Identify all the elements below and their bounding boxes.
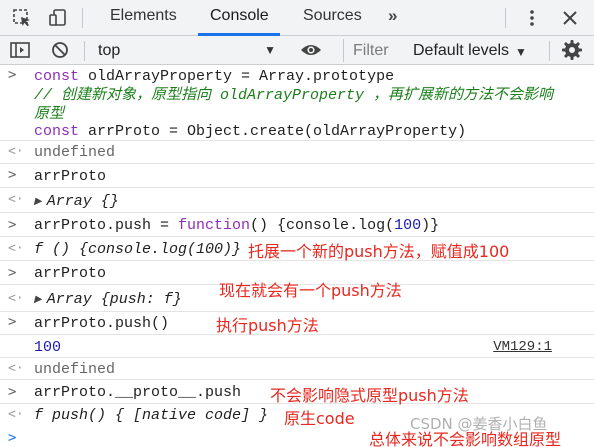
context-selector-value: top xyxy=(98,42,121,59)
annotation-text: 总体来说不会影响数组原型 xyxy=(369,430,562,447)
context-selector[interactable]: top ▼ xyxy=(94,40,282,61)
device-toolbar-icon[interactable] xyxy=(44,4,72,32)
console-result-entry: <· f () {console.log(100)} 托展一个新的push方法，… xyxy=(0,237,594,261)
toolbar-divider xyxy=(505,8,506,28)
console-toolbar: top ▼ Filter Default levels ▼ xyxy=(0,36,594,65)
code-line: arrProto.push = function() {console.log(… xyxy=(34,217,440,234)
annotation-text: 原生code xyxy=(284,409,355,428)
return-arrow-icon: <· xyxy=(8,361,24,376)
sidebar-toggle-icon[interactable] xyxy=(6,36,34,64)
source-link[interactable]: VM129:1 xyxy=(493,339,552,355)
toolbar-divider xyxy=(82,8,83,28)
result-value: undefined xyxy=(34,361,116,378)
clear-console-icon[interactable] xyxy=(46,36,74,64)
object-preview[interactable]: ▶ Array {push: f} xyxy=(34,290,182,310)
annotation-text: 托展一个新的push方法，赋值成100 xyxy=(248,242,510,261)
annotation-text: 现在就会有一个push方法 xyxy=(219,281,402,300)
code-line: arrProto xyxy=(34,168,107,185)
input-prompt-icon: > xyxy=(8,384,17,400)
expand-triangle-icon[interactable]: ▶ xyxy=(34,193,42,212)
tab-sources[interactable]: Sources xyxy=(303,7,362,25)
console-result-entry: <· ▶ Array {push: f} 现在就会有一个push方法 xyxy=(0,281,594,312)
return-arrow-icon: <· xyxy=(8,144,24,159)
return-arrow-icon: <· xyxy=(8,291,24,306)
console-input-entry: > arrProto.push = function() {console.lo… xyxy=(0,213,594,237)
tab-console[interactable]: Console xyxy=(210,7,269,25)
code-line: arrProto.push() xyxy=(34,315,170,332)
code-line: const oldArrayProperty = Array.prototype xyxy=(34,68,395,85)
input-prompt-icon: > xyxy=(8,265,17,281)
expand-triangle-icon[interactable]: ▶ xyxy=(34,291,42,310)
input-prompt-icon: > xyxy=(8,167,17,183)
console-result-entry: <· ▶ Array {} xyxy=(0,188,594,213)
code-line: arrProto.__proto__.push xyxy=(34,384,242,401)
object-preview[interactable]: ▶ Array {} xyxy=(34,192,119,212)
more-options-icon[interactable] xyxy=(518,4,546,32)
console-input-entry: > arrProto.__proto__.push 不会影响隐式原型push方法 xyxy=(0,380,594,405)
annotation-text: 执行push方法 xyxy=(216,316,319,335)
console-result-entry: <· undefined xyxy=(0,141,594,164)
console-output[interactable]: > const oldArrayProperty = Array.prototy… xyxy=(0,65,594,447)
caret-down-icon: ▼ xyxy=(515,45,527,59)
console-input-entry: > arrProto.push() 执行push方法 xyxy=(0,312,594,335)
function-preview[interactable]: f () {console.log(100)} xyxy=(34,240,241,259)
result-value: undefined xyxy=(34,144,116,161)
inspect-element-icon[interactable] xyxy=(8,4,36,32)
code-line: const arrProto = Object.create(oldArrayP… xyxy=(34,123,467,140)
return-arrow-icon: <· xyxy=(8,407,24,422)
log-levels-dropdown[interactable]: Default levels xyxy=(413,42,509,60)
input-prompt-icon: > xyxy=(8,314,17,330)
gear-icon[interactable] xyxy=(558,36,586,64)
more-tabs-button[interactable]: » xyxy=(388,6,397,26)
log-value: 100 xyxy=(34,339,62,356)
console-log-entry: 100 VM129:1 xyxy=(0,335,594,358)
console-input-entry: > arrProto xyxy=(0,164,594,188)
input-prompt-icon: > xyxy=(8,217,17,233)
console-prompt-icon: > xyxy=(8,430,17,446)
tab-elements[interactable]: Elements xyxy=(110,7,177,25)
function-preview[interactable]: f push() { [native code] } xyxy=(34,406,268,425)
devtools-tab-bar: Elements Console Sources » xyxy=(0,0,594,36)
close-icon[interactable] xyxy=(556,4,584,32)
eye-icon[interactable] xyxy=(297,36,325,64)
return-arrow-icon: <· xyxy=(8,241,24,256)
filter-placeholder: Filter xyxy=(353,42,389,59)
code-line: arrProto xyxy=(34,265,107,282)
annotation-text: 不会影响隐式原型push方法 xyxy=(270,386,469,405)
return-arrow-icon: <· xyxy=(8,192,24,207)
filter-input[interactable]: Filter xyxy=(343,39,395,62)
toolbar-divider xyxy=(549,41,550,61)
toolbar-divider xyxy=(84,41,85,61)
console-input-entry: > const oldArrayProperty = Array.prototy… xyxy=(0,65,594,141)
input-prompt-icon: > xyxy=(8,67,17,83)
console-result-entry: <· undefined xyxy=(0,358,594,380)
code-comment: // 创建新对象，原型指向 oldArrayProperty ，再扩展新的方法不… xyxy=(34,87,554,104)
caret-down-icon: ▼ xyxy=(264,43,276,57)
